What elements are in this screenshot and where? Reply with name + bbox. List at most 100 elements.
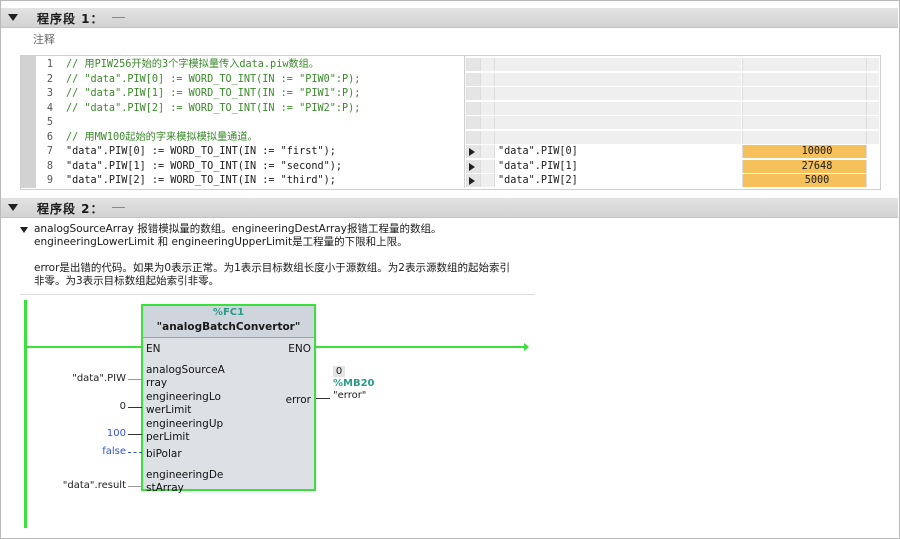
comment-collapse-icon[interactable] (20, 227, 28, 233)
monitor-row: "data".PIW[2] 5000 (466, 174, 879, 188)
comment-line: error是出错的代码。如果为0表示正常。为1表示目标数组长度小于源数组。为2表… (34, 262, 510, 274)
pin-wire-dashed (128, 452, 142, 453)
expand-arrow-icon[interactable] (469, 177, 475, 185)
monitor-cell (742, 116, 866, 129)
pin-analogsourcearray: analogSourceA rray (146, 364, 225, 389)
pin-engineeringlowerlimit: engineeringLo werLimit (146, 391, 221, 416)
monitor-cell (742, 72, 866, 86)
pin-engineeringupperlimit: engineeringUp perLimit (146, 418, 224, 443)
monitor-cell (480, 174, 494, 187)
pin-wire (316, 398, 330, 399)
network-1-header[interactable]: 程序段 1： (1, 8, 898, 28)
code-line[interactable]: 5 (36, 116, 464, 130)
error-address: %MB20 (333, 378, 375, 389)
code-line[interactable]: 2 // "data".PIW[0] := WORD_TO_INT(IN := "… (36, 73, 464, 87)
monitor-row (466, 58, 879, 72)
network-2-header[interactable]: 程序段 2： (1, 198, 898, 218)
monitor-cell (466, 116, 480, 129)
code-line[interactable]: 7 "data".PIW[0] := WORD_TO_INT(IN := "fir… (36, 145, 464, 159)
code-text: // "data".PIW[1] := WORD_TO_INT(IN := "P… (66, 88, 361, 99)
input-bipolar-operand[interactable]: false (40, 446, 126, 457)
input-analogsourcearray-operand[interactable]: "data".PIW (40, 373, 126, 384)
monitor-row (466, 130, 879, 145)
pin-wire (128, 379, 142, 380)
input-lowerlimit-operand[interactable]: 0 (40, 401, 126, 412)
pin-bipolar: biPolar (146, 448, 182, 460)
comment-line: engineeringLowerLimit 和 engineeringUpper… (34, 236, 408, 248)
output-error-operand[interactable]: "error" (333, 390, 366, 401)
rung-end-arrow-icon (524, 343, 529, 351)
code-line[interactable]: 9 "data".PIW[2] := WORD_TO_INT(IN := "thi… (36, 174, 464, 188)
rung-wire-left (27, 346, 142, 348)
monitor-cell (466, 58, 480, 71)
monitor-table: "data".PIW[0] 10000 "data".PIW[1] 27648 "dat… (466, 56, 879, 188)
block-header: %FC1 "analogBatchConvertor" (143, 306, 314, 338)
line-number: 5 (46, 117, 53, 128)
monitor-row: "data".PIW[1] 27648 (466, 159, 879, 174)
line-number: 1 (46, 59, 53, 70)
line-number: 8 (46, 160, 53, 172)
monitor-cell (480, 58, 494, 71)
monitor-cell (494, 72, 741, 86)
monitor-row (466, 116, 879, 130)
monitor-operand: "data".PIW[1] (498, 160, 578, 172)
pin-wire (128, 407, 142, 408)
block-address: %FC1 (212, 307, 245, 318)
title-field-placeholder[interactable] (112, 17, 125, 18)
monitor-cell (742, 101, 866, 115)
input-upperlimit-operand[interactable]: 100 (40, 428, 126, 439)
network-1-title: 程序段 1： (37, 12, 104, 26)
code-text: // "data".PIW[0] := WORD_TO_INT(IN := "P… (66, 73, 361, 85)
rung-wire-right (316, 346, 528, 348)
expand-arrow-icon[interactable] (469, 148, 475, 156)
comment-line: 非零。为3表示目标数组起始索引非零。 (34, 275, 220, 287)
network-2-comment[interactable]: analogSourceArray 报错模拟量的数组。engineeringDe… (34, 223, 534, 288)
monitor-cell (866, 116, 879, 129)
function-block-fc1[interactable]: %FC1 "analogBatchConvertor" EN ENO analo… (141, 304, 316, 494)
monitor-cell (866, 130, 879, 144)
monitor-cell (494, 116, 741, 129)
monitor-row: "data".PIW[0] 10000 (466, 145, 879, 159)
collapse-triangle-icon[interactable] (8, 14, 18, 21)
monitor-cell (494, 101, 741, 115)
pin-wire (128, 434, 142, 435)
code-text: "data".PIW[1] := WORD_TO_INT(IN := "seco… (66, 160, 343, 172)
monitor-cell (480, 145, 494, 158)
monitor-cell (480, 72, 494, 86)
collapse-triangle-icon[interactable] (8, 204, 18, 211)
pin-engineeringdestarray: engineeringDe stArray (146, 469, 224, 494)
monitor-cell (866, 72, 879, 86)
code-line[interactable]: 1 // 用PIW256开始的3个字模拟量传入data.piw数组。 (36, 58, 464, 72)
input-destarray-operand[interactable]: "data".result (40, 480, 126, 491)
monitor-cell (866, 58, 879, 71)
network-1-comment[interactable]: 注释 (33, 31, 55, 47)
code-line[interactable]: 4 // "data".PIW[2] := WORD_TO_INT(IN := "… (36, 102, 464, 116)
monitor-row (466, 72, 879, 87)
power-rail (24, 300, 27, 528)
code-text: // 用PIW256开始的3个字模拟量传入data.piw数组。 (66, 59, 320, 70)
monitor-cell (866, 87, 879, 100)
code-text: "data".PIW[0] := WORD_TO_INT(IN := "firs… (66, 146, 336, 157)
line-number: 2 (46, 73, 53, 85)
monitor-cell (494, 87, 741, 100)
monitor-cell (480, 101, 494, 115)
expand-arrow-icon[interactable] (469, 162, 475, 171)
line-number: 4 (46, 102, 53, 114)
monitor-cell (480, 87, 494, 100)
title-field-placeholder[interactable] (112, 207, 125, 208)
code-monitor-divider[interactable] (464, 56, 465, 188)
monitor-operand: "data".PIW[0] (498, 146, 578, 157)
comment-line (34, 249, 534, 262)
monitor-cell (480, 130, 494, 144)
code-line[interactable]: 6 // 用MW100起始的字来模拟模拟量通道。 (36, 131, 464, 145)
network-2-title: 程序段 2： (37, 202, 104, 216)
monitor-cell (466, 87, 480, 100)
block-name[interactable]: "analogBatchConvertor" (143, 321, 314, 333)
monitor-value: 10000 (801, 146, 833, 157)
line-number: 7 (46, 146, 53, 157)
monitor-cell (466, 101, 480, 115)
code-line[interactable]: 3 // "data".PIW[1] := WORD_TO_INT(IN := "… (36, 87, 464, 101)
code-line[interactable]: 8 "data".PIW[1] := WORD_TO_INT(IN := "sec… (36, 160, 464, 174)
monitor-cell (494, 58, 741, 71)
monitor-operand: "data".PIW[2] (498, 175, 578, 186)
